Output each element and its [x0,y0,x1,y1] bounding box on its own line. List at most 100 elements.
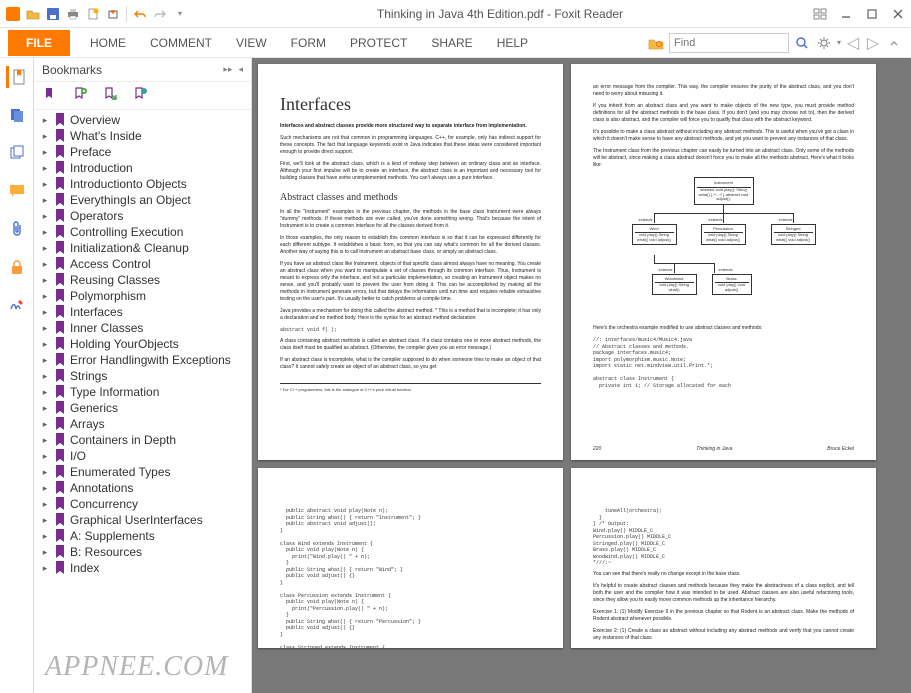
expand-icon[interactable]: ▸ [40,227,50,237]
expand-icon[interactable]: ▸ [40,467,50,477]
new-icon[interactable] [84,5,102,23]
menu-share[interactable]: SHARE [419,30,484,56]
new-tab-icon[interactable] [104,5,122,23]
expand-icon[interactable]: ▸ [40,547,50,557]
dropdown-icon[interactable]: ▾ [171,5,189,23]
bookmark-item[interactable]: ▸ Introduction [34,160,251,176]
bookmark-item[interactable]: ▸ Controlling Execution [34,224,251,240]
bookmark-item[interactable]: ▸ EverythingIs an Object [34,192,251,208]
new-bookmark-icon[interactable] [72,87,90,105]
expand-icon[interactable]: ▸ [40,355,50,365]
menu-view[interactable]: VIEW [224,30,279,56]
bookmark-item[interactable]: ▸ Graphical UserInterfaces [34,512,251,528]
expand-icon[interactable]: ▸ [40,179,50,189]
goto-bookmark-icon[interactable] [102,87,120,105]
bookmark-item[interactable]: ▸ Introductionto Objects [34,176,251,192]
minimize-icon[interactable] [837,5,855,23]
gear-dropdown-icon[interactable]: ▾ [837,38,841,47]
maximize-icon[interactable] [863,5,881,23]
bookmark-item[interactable]: ▸ Generics [34,400,251,416]
bookmark-item[interactable]: ▸ Strings [34,368,251,384]
expand-icon[interactable]: ▸ [40,435,50,445]
file-menu[interactable]: FILE [8,30,70,56]
close-icon[interactable] [889,5,907,23]
expand-icon[interactable]: ▸ [40,499,50,509]
bookmark-item[interactable]: ▸ Inner Classes [34,320,251,336]
bookmark-item[interactable]: ▸ Access Control [34,256,251,272]
ribbon-expand-icon[interactable] [811,5,829,23]
undo-icon[interactable] [131,5,149,23]
pages-tab-icon[interactable] [6,104,28,126]
menu-protect[interactable]: PROTECT [338,30,419,56]
menu-form[interactable]: FORM [279,30,338,56]
security-tab-icon[interactable] [6,256,28,278]
expand-icon[interactable]: ▸ [40,387,50,397]
bookmark-item[interactable]: ▸ Operators [34,208,251,224]
bookmark-item[interactable]: ▸ Annotations [34,480,251,496]
bookmark-item[interactable]: ▸ Holding YourObjects [34,336,251,352]
expand-icon[interactable]: ▸ [40,243,50,253]
panel-menu-icon[interactable]: ▸▸ [223,64,232,75]
panel-close-icon[interactable]: ◂ [238,64,243,75]
expand-icon[interactable]: ▸ [40,211,50,221]
expand-icon[interactable]: ▸ [40,515,50,525]
bookmark-item[interactable]: ▸ I/O [34,448,251,464]
expand-icon[interactable]: ▸ [40,195,50,205]
search-input[interactable] [669,33,789,53]
expand-icon[interactable]: ▸ [40,483,50,493]
expand-icon[interactable]: ▸ [40,323,50,333]
open-icon[interactable] [24,5,42,23]
print-icon[interactable] [64,5,82,23]
redo-icon[interactable] [151,5,169,23]
comments-tab-icon[interactable] [6,180,28,202]
bookmark-item[interactable]: ▸ A: Supplements [34,528,251,544]
expand-icon[interactable]: ▸ [40,563,50,573]
expand-icon[interactable]: ▸ [40,451,50,461]
expand-icon[interactable]: ▸ [40,339,50,349]
expand-icon[interactable]: ▸ [40,131,50,141]
save-icon[interactable] [44,5,62,23]
folder-search-icon[interactable] [647,34,665,52]
expand-icon[interactable]: ▸ [40,163,50,173]
bookmark-item[interactable]: ▸ Overview [34,112,251,128]
bookmark-item[interactable]: ▸ Initialization& Cleanup [34,240,251,256]
document-viewport[interactable]: Interfaces Interfaces and abstract class… [252,58,911,693]
menu-comment[interactable]: COMMENT [138,30,224,56]
signatures-tab-icon[interactable] [6,294,28,316]
menu-home[interactable]: HOME [78,30,138,56]
bookmark-item[interactable]: ▸ Arrays [34,416,251,432]
bookmarks-list[interactable]: ▸ Overview▸ What's Inside▸ Preface▸ Intr… [34,110,251,693]
ribbon-collapse-icon[interactable] [885,34,903,52]
expand-icon[interactable]: ▸ [40,371,50,381]
bookmark-item[interactable]: ▸ Enumerated Types [34,464,251,480]
expand-all-icon[interactable] [42,87,60,105]
bookmark-item[interactable]: ▸ Concurrency [34,496,251,512]
expand-icon[interactable]: ▸ [40,403,50,413]
expand-icon[interactable]: ▸ [40,291,50,301]
menu-help[interactable]: HELP [485,30,540,56]
bookmark-item[interactable]: ▸ Preface [34,144,251,160]
gear-icon[interactable] [815,34,833,52]
expand-icon[interactable]: ▸ [40,115,50,125]
bookmark-item[interactable]: ▸ Type Information [34,384,251,400]
layers-tab-icon[interactable] [6,142,28,164]
search-icon[interactable] [793,34,811,52]
bookmark-item[interactable]: ▸ Polymorphism [34,288,251,304]
expand-icon[interactable]: ▸ [40,307,50,317]
bookmark-item[interactable]: ▸ Error Handlingwith Exceptions [34,352,251,368]
bookmark-item[interactable]: ▸ Interfaces [34,304,251,320]
delete-bookmark-icon[interactable] [132,87,150,105]
bookmark-item[interactable]: ▸ Reusing Classes [34,272,251,288]
nav-prev-icon[interactable]: ◁ [845,35,861,51]
bookmark-item[interactable]: ▸ What's Inside [34,128,251,144]
bookmarks-tab-icon[interactable] [6,66,28,88]
attachments-tab-icon[interactable] [6,218,28,240]
expand-icon[interactable]: ▸ [40,275,50,285]
expand-icon[interactable]: ▸ [40,259,50,269]
bookmark-item[interactable]: ▸ Index [34,560,251,576]
bookmark-item[interactable]: ▸ Containers in Depth [34,432,251,448]
expand-icon[interactable]: ▸ [40,147,50,157]
nav-next-icon[interactable]: ▷ [865,35,881,51]
expand-icon[interactable]: ▸ [40,419,50,429]
expand-icon[interactable]: ▸ [40,531,50,541]
